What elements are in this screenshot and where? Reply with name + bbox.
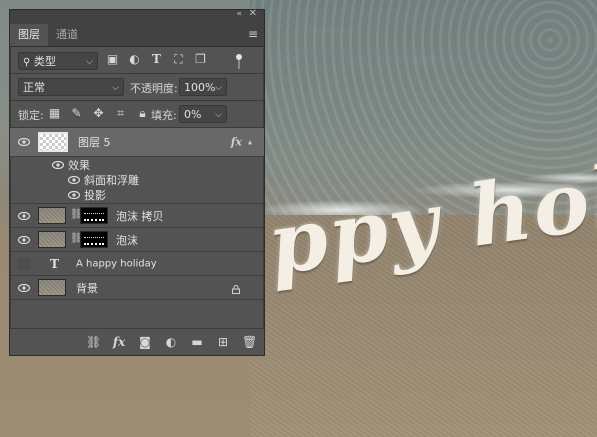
close-icon[interactable]: ✕ <box>249 8 257 19</box>
chevron-down-icon: ⌵ <box>112 83 119 93</box>
filter-row: ⚲ 类型 ⌵ ▣ ◐ T ⛶ ❐ <box>10 47 264 73</box>
layer-name[interactable]: 泡沫 <box>116 232 138 248</box>
blend-mode-value: 正常 <box>23 81 45 94</box>
chevron-down-icon: ⌵ <box>215 83 222 93</box>
chevron-up-icon[interactable]: ▴ <box>248 138 252 147</box>
tab-channels[interactable]: 通道 <box>48 24 86 46</box>
filter-toggle[interactable] <box>234 52 244 70</box>
collapse-icon[interactable]: « <box>236 9 242 19</box>
layer-thumbnail[interactable] <box>38 279 66 296</box>
bottom-toolbar: ⛓ fx ◙ ◐ ▬ ⊞ 🗑︎ <box>86 335 257 349</box>
layer-name[interactable]: 泡沫 拷贝 <box>116 208 164 224</box>
panel-bottom-bar: ⛓ fx ◙ ◐ ▬ ⊞ 🗑︎ <box>10 328 264 355</box>
layer-name[interactable]: 背景 <box>76 280 98 296</box>
layers-list: 图层 5 fx ▴ 效果 斜面和浮雕 投影 ⛓ 泡沫 拷贝 ⛓ 泡沫 T A h… <box>10 128 264 300</box>
layer-thumbnail[interactable] <box>38 231 66 248</box>
fill-value: 0% <box>184 108 202 121</box>
mask-content <box>84 213 104 221</box>
fill-label: 填充: <box>151 109 177 122</box>
lock-position-icon[interactable]: ✥ <box>92 107 105 120</box>
effects-header[interactable]: 效果 <box>10 157 264 172</box>
visibility-off-box[interactable] <box>18 258 30 269</box>
visibility-eye-icon[interactable] <box>18 211 30 220</box>
layer-name[interactable]: A happy holiday <box>76 258 157 269</box>
visibility-eye-icon[interactable] <box>18 283 30 292</box>
panel-menu-icon[interactable]: ≡ <box>248 27 258 41</box>
chevron-down-icon: ⌵ <box>86 57 93 67</box>
link-layers-icon[interactable]: ⛓ <box>86 335 101 349</box>
lock-icons: ▦ ✎ ✥ ⌗ 🔒︎ <box>48 107 149 120</box>
mask-content <box>84 237 104 245</box>
toggle-bar-icon <box>238 60 240 69</box>
add-layer-style-icon[interactable]: fx <box>112 335 126 349</box>
delete-layer-icon[interactable]: 🗑︎ <box>242 335 257 349</box>
effect-bevel-emboss[interactable]: 斜面和浮雕 <box>10 172 264 187</box>
lock-icon <box>232 284 240 294</box>
visibility-eye-icon[interactable] <box>18 235 30 244</box>
visibility-eye-icon[interactable] <box>52 160 64 169</box>
add-mask-icon[interactable]: ◙ <box>138 335 152 349</box>
type-layer-icon: T <box>50 256 59 271</box>
lock-row: 锁定: ▦ ✎ ✥ ⌗ 🔒︎ 填充: 0% ⌵ <box>10 101 264 127</box>
chevron-down-icon: ⌵ <box>215 110 222 120</box>
visibility-eye-icon[interactable] <box>68 175 80 184</box>
blend-mode-select[interactable]: 正常 ⌵ <box>18 78 124 96</box>
effects-label: 效果 <box>68 158 90 172</box>
layer-thumbnail[interactable] <box>38 132 68 152</box>
new-layer-icon[interactable]: ⊞ <box>216 335 230 349</box>
new-adjustment-layer-icon[interactable]: ◐ <box>164 335 178 349</box>
fill-field[interactable]: 0% ⌵ <box>179 105 227 123</box>
lock-all-icon[interactable]: 🔒︎ <box>136 107 149 120</box>
search-icon: ⚲ <box>23 57 31 68</box>
layer-effects: 效果 斜面和浮雕 投影 <box>10 157 264 204</box>
effect-drop-shadow[interactable]: 投影 <box>10 187 264 204</box>
fx-icon[interactable]: fx <box>231 136 242 149</box>
smart-object-filter-icon[interactable]: ❐ <box>194 53 207 66</box>
visibility-eye-icon[interactable] <box>68 191 80 199</box>
lock-artboard-icon[interactable]: ⌗ <box>114 107 127 120</box>
layer-thumbnail[interactable] <box>38 207 66 224</box>
effect-name: 投影 <box>84 189 106 202</box>
filter-kind-label: 类型 <box>33 55 56 68</box>
layer-row-layer-5[interactable]: 图层 5 fx ▴ <box>10 128 264 157</box>
lock-label: 锁定: <box>18 109 44 122</box>
layer-row-background[interactable]: 背景 <box>10 276 264 300</box>
visibility-eye-icon[interactable] <box>18 138 30 146</box>
opacity-field[interactable]: 100% ⌵ <box>179 78 227 96</box>
blend-row: 正常 ⌵ 不透明度: 100% ⌵ <box>10 74 264 100</box>
lock-image-pixels-icon[interactable]: ✎ <box>70 107 83 120</box>
layer-name[interactable]: 图层 5 <box>78 134 111 150</box>
shape-layer-filter-icon[interactable]: ⛶ <box>172 53 185 66</box>
layer-row-foam-copy[interactable]: ⛓ 泡沫 拷贝 <box>10 204 264 228</box>
layer-row-type[interactable]: T A happy holiday <box>10 252 264 276</box>
layer-mask-thumbnail[interactable] <box>80 207 108 224</box>
type-layer-filter-icon[interactable]: T <box>150 53 163 66</box>
filter-type-icons: ▣ ◐ T ⛶ ❐ <box>106 53 207 66</box>
panel-title-bar[interactable]: « ✕ <box>10 8 264 22</box>
layer-row-foam[interactable]: ⛓ 泡沫 <box>10 228 264 252</box>
opacity-label: 不透明度: <box>130 82 178 95</box>
layer-mask-thumbnail[interactable] <box>80 231 108 248</box>
new-group-icon[interactable]: ▬ <box>190 335 204 349</box>
panel-tabs: 图层 通道 ≡ <box>10 22 264 47</box>
layers-panel: « ✕ 图层 通道 ≡ ⚲ 类型 ⌵ ▣ ◐ T ⛶ ❐ 正常 ⌵ 不透明度: … <box>9 8 265 356</box>
tab-layers[interactable]: 图层 <box>10 24 48 46</box>
opacity-value: 100% <box>184 81 216 94</box>
pixel-layer-filter-icon[interactable]: ▣ <box>106 53 119 66</box>
adjustment-layer-filter-icon[interactable]: ◐ <box>128 53 141 66</box>
lock-transparent-pixels-icon[interactable]: ▦ <box>48 107 61 120</box>
filter-kind-select[interactable]: ⚲ 类型 ⌵ <box>18 52 98 70</box>
effect-name: 斜面和浮雕 <box>84 173 139 187</box>
